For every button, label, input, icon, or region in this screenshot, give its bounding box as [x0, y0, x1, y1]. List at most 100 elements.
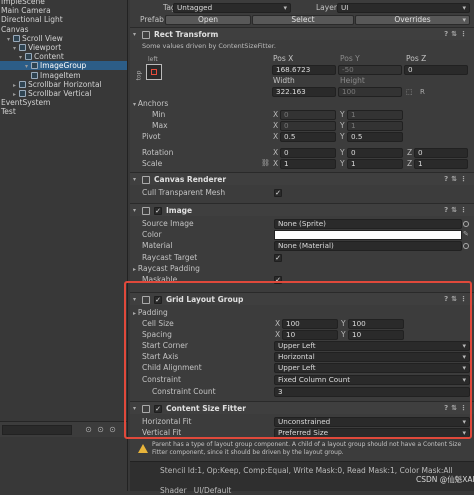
max-x-field[interactable]: 0: [280, 120, 336, 131]
collapse-arrow-icon[interactable]: ▾: [133, 293, 136, 306]
vertical-fit-dropdown[interactable]: Preferred Size: [274, 427, 470, 438]
hierarchy-item[interactable]: Test: [0, 107, 16, 116]
pivot-label: Pivot: [142, 132, 161, 141]
image-header[interactable]: ▾ ✓ Image ?⇅⋮: [130, 203, 474, 216]
hierarchy-item-label: Content: [34, 52, 64, 62]
image-enabled-checkbox[interactable]: ✓: [154, 206, 162, 215]
prefab-label: Prefab: [140, 15, 164, 24]
prefab-overrides-button[interactable]: Overrides: [355, 14, 470, 25]
collapse-arrow-icon[interactable]: ▾: [133, 28, 136, 41]
collapse-arrow-icon[interactable]: ▾: [133, 173, 136, 186]
cull-checkbox[interactable]: ✓: [274, 188, 282, 197]
pos-x-field[interactable]: 168.6723: [272, 64, 336, 75]
min-x-field[interactable]: 0: [280, 109, 336, 120]
constraint-dropdown[interactable]: Fixed Column Count: [274, 374, 470, 385]
material-label: Material: [142, 241, 173, 250]
component-menu-icons[interactable]: ?⇅⋮: [444, 293, 470, 306]
component-menu-icons[interactable]: ?⇅⋮: [444, 173, 470, 186]
scale-y-field[interactable]: 1: [347, 158, 403, 169]
cell-size-x-field[interactable]: 100: [282, 318, 338, 329]
component-menu-icons[interactable]: ?⇅⋮: [444, 28, 470, 41]
prefab-select-button[interactable]: Select: [252, 14, 354, 25]
hierarchy-item[interactable]: ImageItem: [0, 71, 81, 80]
hierarchy-item-label: Directional Light: [1, 15, 63, 25]
prefab-open-button[interactable]: Open: [165, 14, 251, 25]
hierarchy-item[interactable]: EventSystem: [0, 98, 50, 107]
component-menu-icons[interactable]: ?⇅⋮: [444, 204, 470, 217]
source-image-field[interactable]: None (Sprite): [274, 218, 462, 229]
max-y-field[interactable]: 1: [347, 120, 403, 131]
size-values: 322.163 100 ⬚ R: [130, 86, 474, 97]
hierarchy-item[interactable]: ▾ Viewport: [0, 43, 61, 52]
collapse-arrow-icon[interactable]: ▾: [133, 204, 136, 217]
eyedropper-icon[interactable]: ✎: [463, 229, 469, 240]
toolbar-icon-2[interactable]: ⊙: [96, 425, 105, 434]
hierarchy-item[interactable]: ▸ Scrollbar Vertical: [0, 89, 91, 98]
gameobject-icon: [19, 90, 26, 97]
content-size-fitter-header[interactable]: ▾ ✓ Content Size Fitter ?⇅⋮: [130, 401, 474, 414]
child-alignment-dropdown[interactable]: Upper Left: [274, 362, 470, 373]
hierarchy-toolbar: ⊙ ⊙ ⊙: [0, 421, 127, 437]
scale-x-field[interactable]: 1: [280, 158, 336, 169]
hierarchy-panel: ImpleScene Main Camera Directional Light Ca…: [0, 0, 128, 491]
object-picker-icon[interactable]: [463, 220, 469, 227]
maskable-checkbox[interactable]: ✓: [274, 275, 282, 284]
hierarchy-item[interactable]: Directional Light: [0, 15, 63, 24]
rotation-x-field[interactable]: 0: [280, 147, 336, 158]
y-label: Y: [340, 110, 345, 119]
hierarchy-item[interactable]: ▸ Scrollbar Horizontal: [0, 80, 102, 89]
grid-layout-enabled-checkbox[interactable]: ✓: [154, 295, 162, 304]
layer-dropdown[interactable]: UI: [337, 2, 470, 13]
width-field[interactable]: 322.163: [272, 86, 336, 97]
canvas-renderer-header[interactable]: ▾ Canvas Renderer ?⇅⋮: [130, 172, 474, 185]
content-size-fitter-enabled-checkbox[interactable]: ✓: [154, 404, 162, 413]
pivot-y-field[interactable]: 0.5: [347, 131, 403, 142]
hierarchy-item[interactable]: ▾ Content: [0, 52, 64, 61]
spacing-y-field[interactable]: 10: [348, 329, 404, 340]
raycast-target-checkbox[interactable]: ✓: [274, 253, 282, 262]
hierarchy-item[interactable]: ▾ Scroll View: [0, 34, 63, 43]
collapse-arrow-icon[interactable]: ▾: [133, 402, 136, 415]
raw-edit-icon[interactable]: R: [420, 87, 425, 98]
raycast-padding-row[interactable]: ▸ Raycast Padding: [130, 263, 474, 274]
color-swatch[interactable]: [274, 229, 462, 240]
toolbar-icon-3[interactable]: ⊙: [108, 425, 117, 434]
pivot-x-field[interactable]: 0.5: [280, 131, 336, 142]
grid-layout-header[interactable]: ▾ ✓ Grid Layout Group ?⇅⋮: [130, 292, 474, 305]
tag-dropdown[interactable]: Untagged: [173, 2, 291, 13]
hierarchy-item[interactable]: Canvas: [0, 25, 29, 34]
z-label: Z: [407, 159, 413, 168]
object-picker-icon[interactable]: [463, 242, 469, 249]
rect-transform-header[interactable]: ▾ Rect Transform ?⇅⋮: [130, 27, 474, 40]
horizontal-fit-dropdown[interactable]: Unconstrained: [274, 416, 470, 427]
width-header: Width: [273, 76, 295, 85]
constrain-proportions-icon[interactable]: ⛓: [261, 158, 270, 169]
hierarchy-item[interactable]: ImpleScene: [0, 0, 45, 6]
min-y-field[interactable]: 1: [347, 109, 403, 120]
content-size-fitter-icon: [142, 405, 150, 413]
grid-layout-title: Grid Layout Group: [166, 295, 244, 304]
gameobject-icon: [31, 71, 38, 79]
rotation-y-field[interactable]: 0: [347, 147, 403, 158]
anchors-row[interactable]: ▾ Anchors: [130, 98, 474, 109]
hierarchy-item[interactable]: ▾ ImageGroup: [0, 61, 127, 71]
cell-size-y-field[interactable]: 100: [348, 318, 404, 329]
blueprint-icon[interactable]: ⬚: [406, 87, 413, 98]
pos-z-field[interactable]: 0: [404, 64, 468, 75]
spacing-x-field[interactable]: 10: [282, 329, 338, 340]
start-axis-dropdown[interactable]: Horizontal: [274, 351, 470, 362]
toolbar-icon-1[interactable]: ⊙: [84, 425, 93, 434]
scale-z-field[interactable]: 1: [414, 158, 468, 169]
start-corner-dropdown[interactable]: Upper Left: [274, 340, 470, 351]
padding-row[interactable]: ▸ Padding: [130, 307, 474, 318]
hierarchy-item[interactable]: Main Camera: [0, 6, 51, 15]
image-icon: [142, 207, 150, 215]
hierarchy-search-field[interactable]: [2, 425, 72, 435]
component-menu-icons[interactable]: ?⇅⋮: [444, 402, 470, 415]
pos-y-field[interactable]: -50: [338, 64, 402, 75]
height-header: Height: [340, 76, 365, 85]
rotation-z-field[interactable]: 0: [414, 147, 468, 158]
height-field[interactable]: 100: [338, 86, 402, 97]
material-field[interactable]: None (Material): [274, 240, 462, 251]
constraint-count-field[interactable]: 3: [274, 386, 470, 397]
